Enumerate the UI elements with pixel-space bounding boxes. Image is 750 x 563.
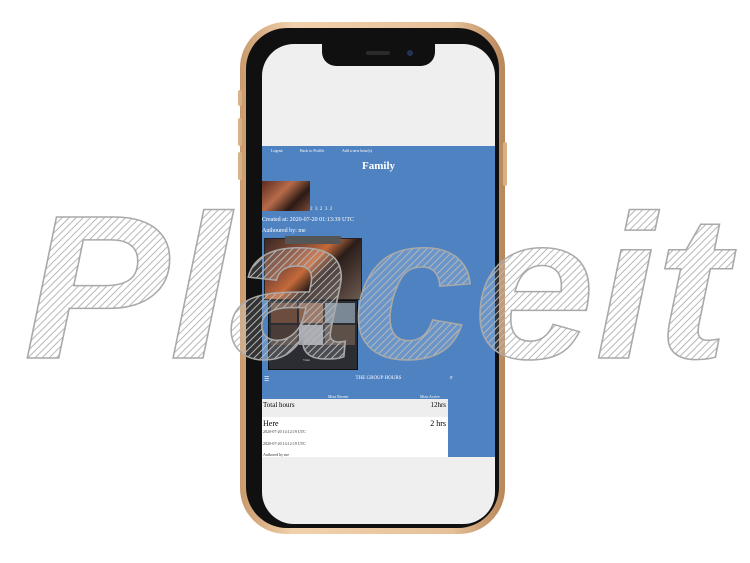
collage-tile bbox=[299, 325, 323, 345]
add-hours-link[interactable]: Add a new hour(s) bbox=[342, 148, 372, 153]
pagination[interactable]: 2 3 2 3 2 bbox=[310, 207, 333, 212]
app-title: THE GROUP HOURS bbox=[355, 376, 402, 381]
entry-hours: 2 hrs bbox=[430, 419, 446, 428]
entry-created: 2020-07-20 14:12:19 UTC bbox=[263, 429, 306, 434]
entry-updated: 2020-07-20 14:12:19 UTC bbox=[263, 441, 306, 446]
notch bbox=[322, 44, 435, 66]
side-button bbox=[238, 90, 242, 106]
entry-author: Authored by me bbox=[263, 452, 289, 457]
web-page: Logout Back to Profile Add a new hour(s)… bbox=[262, 146, 495, 457]
side-button bbox=[238, 152, 242, 180]
entry-title[interactable]: Here bbox=[263, 419, 279, 428]
created-at: Created at: 2020-07-20 01:13:39 UTC bbox=[262, 217, 354, 223]
video-collage[interactable]: Video bbox=[268, 300, 358, 370]
collage-tile bbox=[271, 325, 297, 345]
phone-bezel: Logout Back to Profile Add a new hour(s)… bbox=[246, 28, 499, 528]
authored-by: Authoured by: me bbox=[262, 228, 306, 234]
side-button bbox=[238, 118, 242, 146]
collage-tile bbox=[325, 325, 355, 345]
side-button bbox=[503, 142, 507, 186]
album-title: Family bbox=[362, 160, 395, 172]
photo-caption: Video bbox=[303, 358, 311, 362]
family-photo[interactable] bbox=[264, 236, 362, 300]
album-thumbnail[interactable] bbox=[262, 181, 310, 211]
total-hours-label: Total hours bbox=[263, 401, 295, 409]
app-bar: ☰ THE GROUP HOURS ⌕ bbox=[262, 373, 495, 385]
speaker bbox=[366, 51, 390, 55]
hours-card: Total hours 12hrs Here 2 hrs 2020-07-20 … bbox=[262, 399, 448, 457]
total-hours-row: Total hours 12hrs bbox=[262, 399, 448, 417]
back-to-profile-link[interactable]: Back to Profile bbox=[300, 148, 324, 153]
collage-tile bbox=[271, 303, 297, 323]
top-nav: Logout Back to Profile Add a new hour(s) bbox=[262, 148, 495, 158]
collage-tile bbox=[325, 303, 355, 323]
total-hours-value: 12hrs bbox=[430, 401, 446, 409]
collage-tile bbox=[299, 303, 323, 323]
photo-strip bbox=[285, 236, 341, 244]
logout-link[interactable]: Logout bbox=[271, 148, 283, 153]
camera-icon bbox=[407, 50, 413, 56]
phone-frame: Logout Back to Profile Add a new hour(s)… bbox=[238, 22, 507, 534]
search-icon[interactable]: ⌕ bbox=[450, 375, 453, 382]
phone-screen: Logout Back to Profile Add a new hour(s)… bbox=[262, 44, 495, 524]
